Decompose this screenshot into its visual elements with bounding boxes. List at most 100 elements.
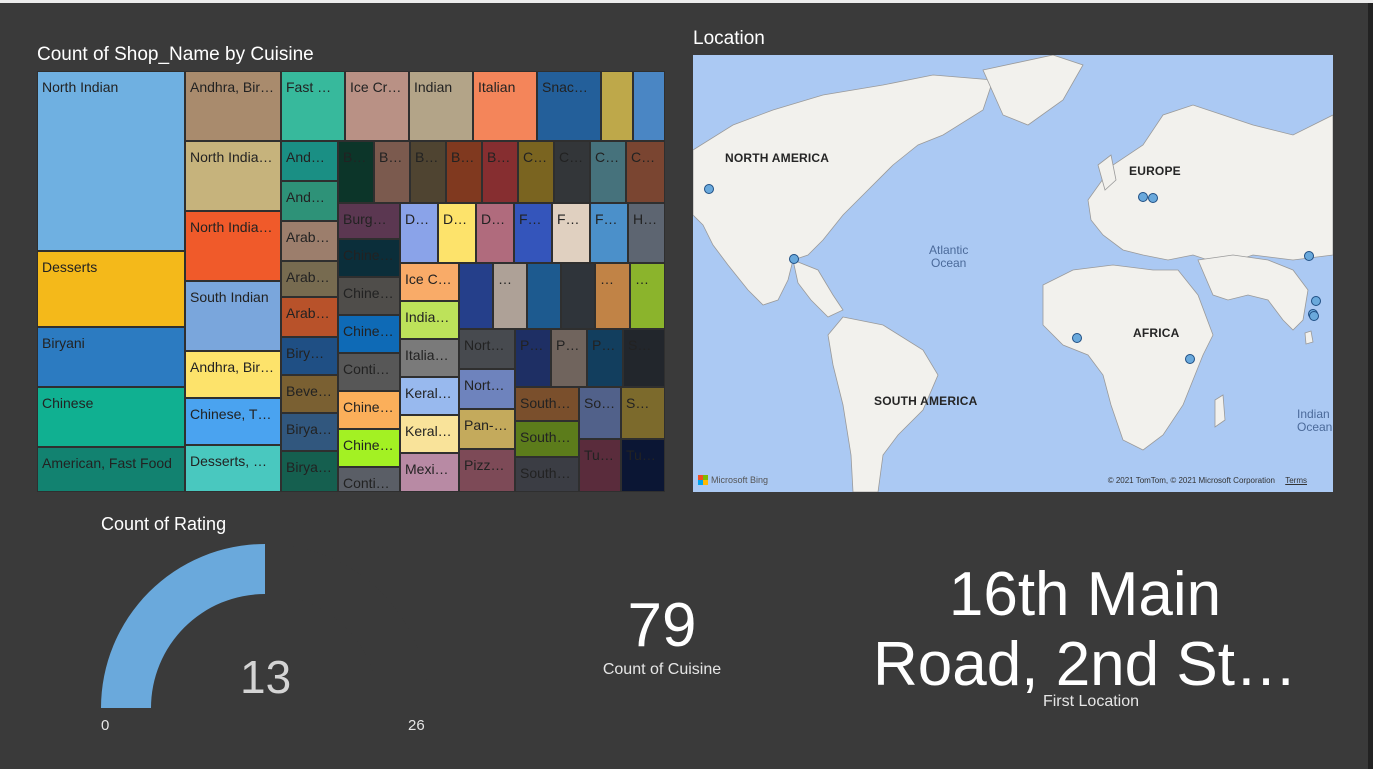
treemap-tile[interactable]: So… [579, 387, 621, 439]
treemap-tile[interactable]: B… [482, 141, 518, 203]
treemap-tile[interactable]: D… [476, 203, 514, 263]
gauge-max-label: 26 [408, 717, 425, 734]
treemap-tile[interactable]: Pi… [551, 329, 587, 387]
treemap-tile[interactable]: Nort… [459, 369, 515, 409]
treemap-tile[interactable]: S… [623, 329, 665, 387]
treemap-tile[interactable]: Arab… [281, 297, 338, 337]
treemap-tile[interactable]: Biry… [281, 337, 338, 375]
treemap-tile[interactable]: C… [590, 141, 626, 203]
treemap-tile[interactable]: And… [281, 141, 338, 181]
treemap-tile[interactable]: Tu… [621, 439, 665, 492]
treemap-tile[interactable] [601, 71, 633, 141]
treemap-tile[interactable]: … [630, 263, 665, 329]
treemap-tile[interactable]: Ice C… [400, 263, 459, 301]
treemap-tile[interactable]: North India… [185, 211, 281, 281]
treemap-tile[interactable]: S… [621, 387, 665, 439]
map-marker [1185, 354, 1195, 364]
treemap-tile[interactable]: Chine… [338, 239, 400, 277]
treemap-tile[interactable]: Mexi… [400, 453, 459, 492]
treemap-tile[interactable]: India… [400, 301, 459, 339]
treemap-tile[interactable]: Keral… [400, 377, 459, 415]
treemap-tile[interactable]: North Indian [37, 71, 185, 251]
treemap-tile[interactable]: D… [438, 203, 476, 263]
treemap-tile[interactable]: Chine… [338, 315, 400, 353]
treemap-tile[interactable]: North India… [185, 141, 281, 211]
treemap-tile[interactable]: South… [515, 421, 579, 457]
microsoft-logo-icon [698, 475, 708, 485]
treemap-tile[interactable]: Italian [473, 71, 537, 141]
map-marker [704, 184, 714, 194]
label-north-america: NORTH AMERICA [725, 151, 830, 165]
treemap-tile[interactable]: F… [514, 203, 552, 263]
treemap-tile[interactable]: Chine… [338, 429, 400, 467]
location-map[interactable]: NORTH AMERICA EUROPE AFRICA SOUTH AMERIC… [693, 55, 1333, 492]
treemap-tile[interactable]: Desserts, … [185, 445, 281, 492]
terms-link[interactable]: Terms [1285, 476, 1307, 485]
treemap-tile[interactable]: Chinese, T… [185, 398, 281, 445]
treemap-tile[interactable]: Tu… [579, 439, 621, 492]
treemap-tile[interactable]: Fast … [281, 71, 345, 141]
treemap-tile[interactable]: Biryani [37, 327, 185, 387]
cuisine-count-value: 79 [627, 591, 697, 660]
label-africa: AFRICA [1133, 326, 1180, 340]
treemap-tile[interactable]: B… [410, 141, 446, 203]
treemap-tile[interactable]: Ice Cr… [345, 71, 409, 141]
treemap-tile[interactable]: F… [552, 203, 590, 263]
treemap-tile[interactable]: C… [554, 141, 590, 203]
treemap-tile[interactable]: Snac… [537, 71, 601, 141]
attribution-text: © 2021 TomTom, © 2021 Microsoft Corporat… [1107, 476, 1275, 485]
bing-logo: Microsoft Bing [698, 475, 768, 485]
treemap-tile[interactable]: B… [374, 141, 410, 203]
map-marker [789, 254, 799, 264]
treemap-tile[interactable]: B… [338, 141, 374, 203]
rating-gauge[interactable] [95, 540, 495, 740]
treemap-tile[interactable]: H… [628, 203, 665, 263]
treemap-tile[interactable]: Pi… [515, 329, 551, 387]
treemap-tile[interactable]: Birya… [281, 413, 338, 451]
treemap-tile[interactable]: Conti… [338, 467, 400, 492]
treemap-tile[interactable]: Desserts [37, 251, 185, 327]
treemap-tile[interactable]: And… [281, 181, 338, 221]
treemap-tile[interactable]: American, Fast Food [37, 447, 185, 492]
treemap-tile[interactable]: Burg… [338, 203, 400, 239]
treemap-tile[interactable] [459, 263, 493, 329]
treemap-tile[interactable]: F… [590, 203, 628, 263]
treemap-tile[interactable]: B… [446, 141, 482, 203]
treemap-tile[interactable]: Arab… [281, 261, 338, 297]
treemap-tile[interactable]: P… [587, 329, 623, 387]
treemap-tile[interactable]: Beve… [281, 375, 338, 413]
treemap-tile[interactable]: Arab… [281, 221, 338, 261]
treemap-tile[interactable]: South… [515, 457, 579, 492]
treemap-tile[interactable] [561, 263, 595, 329]
treemap-tile[interactable] [633, 71, 665, 141]
treemap-tile[interactable] [527, 263, 561, 329]
treemap-tile[interactable]: Keral… [400, 415, 459, 453]
first-location-line1: 16th Main [948, 560, 1222, 629]
treemap-tile[interactable]: South… [515, 387, 579, 421]
treemap-tile[interactable]: Birya… [281, 451, 338, 492]
treemap-tile[interactable]: Chinese [37, 387, 185, 447]
treemap-tile[interactable]: … [493, 263, 527, 329]
treemap-tile[interactable]: South Indian [185, 281, 281, 351]
treemap-tile[interactable]: Andhra, Bir… [185, 351, 281, 398]
treemap-tile[interactable]: Chine… [338, 391, 400, 429]
gauge-value: 13 [240, 651, 292, 703]
right-edge [1368, 3, 1373, 769]
treemap-tile[interactable]: Pan-… [459, 409, 515, 449]
treemap-tile[interactable]: Conti… [338, 353, 400, 391]
first-location-value: 16th Main Road, 2nd St… [860, 560, 1310, 700]
first-location-line2: Road, 2nd St… [873, 630, 1297, 699]
treemap-tile[interactable]: Andhra, Bir… [185, 71, 281, 141]
treemap-tile[interactable]: Pizz… [459, 449, 515, 492]
treemap-tile[interactable]: Italia… [400, 339, 459, 377]
treemap-tile[interactable]: Chine… [338, 277, 400, 315]
treemap-tile[interactable]: … [595, 263, 630, 329]
label-atlantic-line2: Ocean [931, 256, 967, 270]
cuisine-treemap[interactable]: North Indian Desserts Biryani Chinese Americ… [37, 71, 665, 492]
label-south-america: SOUTH AMERICA [874, 394, 978, 408]
treemap-tile[interactable]: C… [518, 141, 554, 203]
treemap-tile[interactable]: D… [400, 203, 438, 263]
treemap-tile[interactable]: Nort… [459, 329, 515, 369]
treemap-tile[interactable]: C… [626, 141, 665, 203]
treemap-tile[interactable]: Indian [409, 71, 473, 141]
